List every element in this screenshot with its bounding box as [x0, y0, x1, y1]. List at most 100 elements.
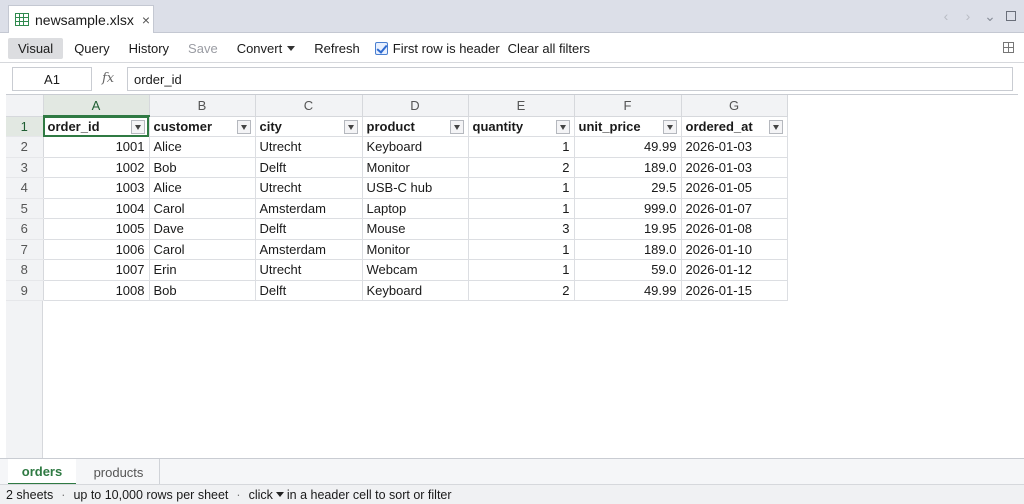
table-cell[interactable]: Delft [255, 218, 363, 240]
filter-dropdown-icon[interactable] [236, 119, 251, 134]
table-cell[interactable]: 1003 [43, 177, 150, 199]
chevron-right-icon[interactable]: › [962, 8, 974, 25]
header-cell-unit-price[interactable]: unit_price [574, 116, 682, 137]
query-button[interactable]: Query [66, 38, 117, 59]
table-cell[interactable]: 1001 [43, 136, 150, 158]
table-cell[interactable]: Alice [149, 177, 256, 199]
table-cell[interactable]: Keyboard [362, 136, 469, 158]
table-cell[interactable]: 189.0 [574, 239, 682, 260]
header-cell-quantity[interactable]: quantity [468, 116, 575, 137]
table-cell[interactable]: 1002 [43, 157, 150, 178]
row-header[interactable]: 8 [6, 259, 44, 281]
chevron-left-icon[interactable]: ‹ [940, 8, 952, 25]
table-cell[interactable]: Delft [255, 280, 363, 301]
filter-dropdown-icon[interactable] [768, 119, 783, 134]
column-header-a[interactable]: A [43, 95, 150, 117]
header-cell-order-id[interactable]: order_id [43, 116, 150, 137]
table-cell[interactable]: Mouse [362, 218, 469, 240]
header-cell-customer[interactable]: customer [149, 116, 256, 137]
column-header-c[interactable]: C [255, 95, 363, 117]
checkbox-checked-icon[interactable] [374, 41, 388, 55]
table-cell[interactable]: 2 [468, 157, 575, 178]
row-header[interactable]: 4 [6, 177, 44, 199]
table-cell[interactable]: Erin [149, 259, 256, 281]
table-cell[interactable]: 1007 [43, 259, 150, 281]
table-cell[interactable]: USB-C hub [362, 177, 469, 199]
table-cell[interactable]: 2026-01-10 [681, 239, 788, 260]
table-cell[interactable]: 3 [468, 218, 575, 240]
close-tab-icon[interactable]: × [142, 12, 150, 28]
column-header-f[interactable]: F [574, 95, 682, 117]
chevron-down-icon[interactable]: ⌄ [984, 8, 996, 25]
table-cell[interactable]: 2026-01-05 [681, 177, 788, 199]
table-cell[interactable]: 2026-01-03 [681, 136, 788, 158]
filter-dropdown-icon[interactable] [555, 119, 570, 134]
filter-dropdown-icon[interactable] [130, 120, 145, 134]
table-cell[interactable]: 1004 [43, 198, 150, 219]
maximize-icon[interactable] [1006, 11, 1016, 21]
sheet-tab-orders[interactable]: orders [8, 459, 76, 485]
table-cell[interactable]: 49.99 [574, 280, 682, 301]
table-cell[interactable]: 2026-01-03 [681, 157, 788, 178]
table-cell[interactable]: 2026-01-12 [681, 259, 788, 281]
row-header[interactable]: 5 [6, 198, 44, 219]
formula-input[interactable]: order_id [127, 67, 1013, 91]
table-cell[interactable]: Monitor [362, 239, 469, 260]
column-header-d[interactable]: D [362, 95, 469, 117]
cell-reference-box[interactable]: A1 [12, 67, 92, 91]
table-cell[interactable]: 1 [468, 177, 575, 199]
table-cell[interactable]: Keyboard [362, 280, 469, 301]
table-cell[interactable]: Monitor [362, 157, 469, 178]
row-header[interactable]: 9 [6, 280, 44, 301]
column-header-b[interactable]: B [149, 95, 256, 117]
table-cell[interactable]: 999.0 [574, 198, 682, 219]
table-cell[interactable]: Carol [149, 198, 256, 219]
filter-dropdown-icon[interactable] [662, 119, 677, 134]
filter-dropdown-icon[interactable] [343, 119, 358, 134]
table-cell[interactable]: Webcam [362, 259, 469, 281]
file-tab[interactable]: newsample.xlsx × [8, 5, 154, 33]
table-cell[interactable]: Amsterdam [255, 198, 363, 219]
table-cell[interactable]: Utrecht [255, 136, 363, 158]
clear-filters-button[interactable]: Clear all filters [500, 38, 598, 59]
table-cell[interactable]: 1006 [43, 239, 150, 260]
table-cell[interactable]: 29.5 [574, 177, 682, 199]
table-cell[interactable]: Delft [255, 157, 363, 178]
convert-button[interactable]: Convert [229, 38, 304, 59]
select-all-corner[interactable] [6, 95, 44, 117]
row-header[interactable]: 1 [6, 116, 44, 137]
table-cell[interactable]: Carol [149, 239, 256, 260]
table-cell[interactable]: Utrecht [255, 259, 363, 281]
table-cell[interactable]: 1 [468, 136, 575, 158]
history-button[interactable]: History [121, 38, 177, 59]
table-cell[interactable]: 1 [468, 259, 575, 281]
table-cell[interactable]: 1 [468, 198, 575, 219]
header-cell-ordered-at[interactable]: ordered_at [681, 116, 788, 137]
table-cell[interactable]: 2026-01-07 [681, 198, 788, 219]
table-cell[interactable]: Bob [149, 157, 256, 178]
table-cell[interactable]: 1005 [43, 218, 150, 240]
row-header[interactable]: 6 [6, 218, 44, 240]
grid-layout-icon[interactable] [1003, 42, 1014, 53]
refresh-button[interactable]: Refresh [306, 38, 368, 59]
row-header[interactable]: 2 [6, 136, 44, 158]
table-cell[interactable]: Amsterdam [255, 239, 363, 260]
table-cell[interactable]: Dave [149, 218, 256, 240]
table-cell[interactable]: 19.95 [574, 218, 682, 240]
table-cell[interactable]: 2026-01-15 [681, 280, 788, 301]
save-button[interactable]: Save [180, 38, 226, 59]
table-cell[interactable]: Alice [149, 136, 256, 158]
first-row-header-checkbox[interactable]: First row is header [374, 41, 500, 56]
column-header-g[interactable]: G [681, 95, 788, 117]
table-cell[interactable]: 49.99 [574, 136, 682, 158]
column-header-e[interactable]: E [468, 95, 575, 117]
table-cell[interactable]: Laptop [362, 198, 469, 219]
table-cell[interactable]: 1008 [43, 280, 150, 301]
table-cell[interactable]: 189.0 [574, 157, 682, 178]
table-cell[interactable]: Bob [149, 280, 256, 301]
row-header[interactable]: 3 [6, 157, 44, 178]
table-cell[interactable]: Utrecht [255, 177, 363, 199]
row-header[interactable]: 7 [6, 239, 44, 260]
sheet-tab-products[interactable]: products [78, 459, 160, 485]
filter-dropdown-icon[interactable] [449, 119, 464, 134]
